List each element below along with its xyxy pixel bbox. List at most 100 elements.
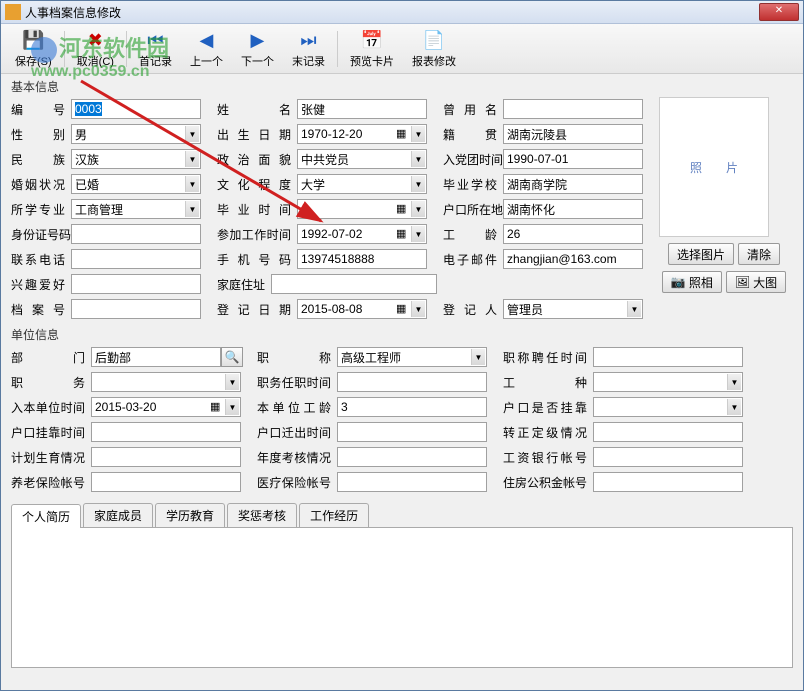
- nation-combo[interactable]: 汉族▼: [71, 149, 201, 169]
- dept-input[interactable]: [91, 347, 221, 367]
- camera-button[interactable]: 📷照相: [662, 271, 722, 293]
- next-record-button[interactable]: ▶下一个: [233, 26, 282, 71]
- preview-card-button[interactable]: 📅预览卡片: [342, 26, 402, 71]
- hobby-input[interactable]: [71, 274, 201, 294]
- tab-education[interactable]: 学历教育: [155, 503, 225, 527]
- tab-content[interactable]: [11, 528, 793, 668]
- first-record-button[interactable]: ⏮首记录: [131, 26, 180, 71]
- school-input[interactable]: [503, 174, 643, 194]
- joindate-date[interactable]: 2015-03-20▦▼: [91, 397, 241, 417]
- cancel-button[interactable]: ✖取消(C): [69, 26, 122, 71]
- workage-input[interactable]: [503, 224, 643, 244]
- workdate-label: 参加工作时间: [217, 226, 297, 243]
- close-button[interactable]: ✕: [759, 3, 799, 21]
- title-combo[interactable]: 高级工程师▼: [337, 347, 487, 367]
- graddate-date[interactable]: ▦▼: [297, 199, 427, 219]
- select-image-button[interactable]: 选择图片: [668, 243, 734, 265]
- education-combo[interactable]: 大学▼: [297, 174, 427, 194]
- chevron-down-icon[interactable]: ▼: [411, 226, 425, 242]
- titledate-input[interactable]: [593, 347, 743, 367]
- phone-input[interactable]: [71, 249, 201, 269]
- registrar-label: 登 记 人: [443, 301, 503, 318]
- tab-family[interactable]: 家庭成员: [83, 503, 153, 527]
- annual-input[interactable]: [337, 447, 487, 467]
- regular-input[interactable]: [593, 422, 743, 442]
- pension-input[interactable]: [91, 472, 241, 492]
- hukoutime-label: 户口挂靠时间: [11, 424, 91, 441]
- gender-combo[interactable]: 男▼: [71, 124, 201, 144]
- birthplan-input[interactable]: [91, 447, 241, 467]
- chevron-down-icon[interactable]: ▼: [411, 176, 425, 192]
- enlarge-button[interactable]: 🖼大图: [726, 271, 786, 293]
- chevron-down-icon[interactable]: ▼: [225, 374, 239, 390]
- housing-label: 住房公积金帐号: [503, 474, 593, 491]
- idcard-input[interactable]: [71, 224, 201, 244]
- workage-label: 工 龄: [443, 226, 503, 243]
- major-combo[interactable]: 工商管理▼: [71, 199, 201, 219]
- nation-label: 民 族: [11, 151, 71, 168]
- registrar-combo[interactable]: 管理员▼: [503, 299, 643, 319]
- id-input[interactable]: 0003: [71, 99, 201, 119]
- birth-date[interactable]: 1970-12-20▦▼: [297, 124, 427, 144]
- chevron-down-icon[interactable]: ▼: [185, 151, 199, 167]
- photo-placeholder: 照片: [659, 97, 769, 237]
- report-edit-button[interactable]: 📄报表修改: [404, 26, 464, 71]
- hukouout-input[interactable]: [337, 422, 487, 442]
- hukouattach-label: 户口是否挂靠: [503, 399, 593, 416]
- calendar-icon: ▦: [396, 302, 410, 316]
- titledate-label: 职称聘任时间: [503, 349, 593, 366]
- last-record-button[interactable]: ⏭末记录: [284, 26, 333, 71]
- worktype-combo[interactable]: ▼: [593, 372, 743, 392]
- name-input[interactable]: [297, 99, 427, 119]
- tab-resume[interactable]: 个人简历: [11, 504, 81, 528]
- mobile-input[interactable]: [297, 249, 427, 269]
- hukouloc-input[interactable]: [503, 199, 643, 219]
- chevron-down-icon[interactable]: ▼: [225, 399, 239, 415]
- calendar-icon: ▦: [396, 227, 410, 241]
- regular-label: 转正定级情况: [503, 424, 593, 441]
- salarybank-input[interactable]: [593, 447, 743, 467]
- chevron-down-icon[interactable]: ▼: [411, 126, 425, 142]
- chevron-down-icon[interactable]: ▼: [185, 126, 199, 142]
- partydate-input[interactable]: [503, 149, 643, 169]
- chevron-down-icon[interactable]: ▼: [471, 349, 485, 365]
- chevron-down-icon[interactable]: ▼: [185, 201, 199, 217]
- formername-input[interactable]: [503, 99, 643, 119]
- posdate-input[interactable]: [337, 372, 487, 392]
- chevron-down-icon[interactable]: ▼: [411, 301, 425, 317]
- chevron-down-icon[interactable]: ▼: [185, 176, 199, 192]
- hukouattach-combo[interactable]: ▼: [593, 397, 743, 417]
- dept-search-button[interactable]: 🔍: [221, 347, 243, 367]
- regdate-date[interactable]: 2015-08-08▦▼: [297, 299, 427, 319]
- housing-input[interactable]: [593, 472, 743, 492]
- unitage-input[interactable]: [337, 397, 487, 417]
- tab-work[interactable]: 工作经历: [299, 503, 369, 527]
- fileno-input[interactable]: [71, 299, 201, 319]
- tab-reward[interactable]: 奖惩考核: [227, 503, 297, 527]
- school-label: 毕业学校: [443, 176, 503, 193]
- app-icon: [5, 4, 21, 20]
- position-combo[interactable]: ▼: [91, 372, 241, 392]
- position-label: 职 务: [11, 374, 91, 391]
- posdate-label: 职务任职时间: [257, 374, 337, 391]
- save-button[interactable]: 💾保存(S): [7, 26, 60, 71]
- clear-image-button[interactable]: 清除: [738, 243, 780, 265]
- first-icon: ⏮: [143, 28, 167, 52]
- native-input[interactable]: [503, 124, 643, 144]
- camera-icon: 📷: [671, 275, 686, 289]
- medical-input[interactable]: [337, 472, 487, 492]
- workdate-date[interactable]: 1992-07-02▦▼: [297, 224, 427, 244]
- chevron-down-icon[interactable]: ▼: [627, 301, 641, 317]
- chevron-down-icon[interactable]: ▼: [727, 374, 741, 390]
- address-input[interactable]: [271, 274, 437, 294]
- joindate-label: 入本单位时间: [11, 399, 91, 416]
- chevron-down-icon[interactable]: ▼: [727, 399, 741, 415]
- marriage-combo[interactable]: 已婚▼: [71, 174, 201, 194]
- email-label: 电子邮件: [443, 251, 503, 268]
- political-combo[interactable]: 中共党员▼: [297, 149, 427, 169]
- prev-record-button[interactable]: ◀上一个: [182, 26, 231, 71]
- email-input[interactable]: [503, 249, 643, 269]
- chevron-down-icon[interactable]: ▼: [411, 151, 425, 167]
- hukoutime-input[interactable]: [91, 422, 241, 442]
- chevron-down-icon[interactable]: ▼: [411, 201, 425, 217]
